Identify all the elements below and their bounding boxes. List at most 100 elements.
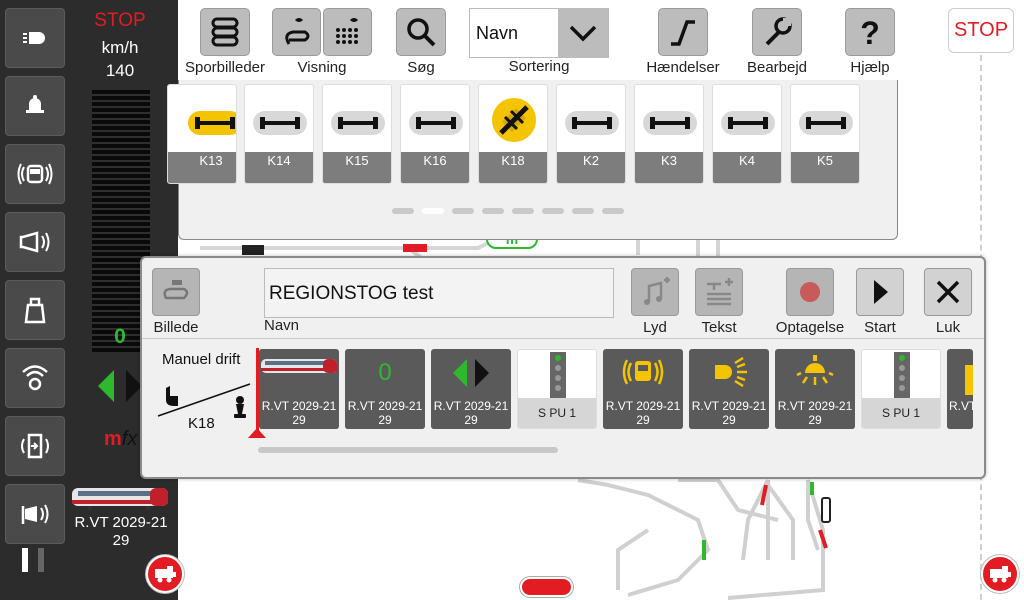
track-card-label: K14 [245,152,313,183]
sound-button[interactable]: Lyd [625,268,685,336]
decoder-type: mfx [104,428,138,450]
page-dot[interactable] [452,208,474,214]
music-add-icon [644,277,670,305]
events-label: Hændelser [646,59,720,76]
sequence-step-speed[interactable]: 0 R.VT 2029-21 29 [345,349,425,429]
track-carousel: K13 K14 K15 K16 K18 K2 K3 K4 K5 [167,80,898,240]
sequence-scrollbar[interactable] [258,447,558,453]
name-input[interactable]: REGIONSTOG test [264,268,614,318]
help-button[interactable]: ? Hjælp [840,8,900,76]
sequence-step-loco[interactable]: R.VT 2029-21 29 [259,349,339,429]
svg-text:?: ? [860,15,880,50]
page-dot[interactable] [512,208,534,214]
track-section-icon [416,117,456,129]
page-dot[interactable] [542,208,564,214]
direction-toggle[interactable] [96,366,144,406]
loco-name: R.VT 2029-21 29 [74,514,168,549]
image-button[interactable]: Billede [146,268,206,336]
door-icon [21,433,49,459]
close-icon [936,280,960,304]
function-button-horn[interactable] [5,212,65,272]
track-red-indicator[interactable] [520,577,573,597]
name-label: Navn [264,317,300,334]
track-section-icon [260,117,300,129]
announcement-icon [21,504,49,524]
track-section-icon [195,117,235,129]
track-card[interactable]: K4 [712,84,782,184]
page-dot[interactable] [482,208,504,214]
sequence-step-label: S PU 1 [518,398,596,428]
stop-button[interactable]: STOP [948,8,1014,53]
event-editor-dialog: Billede REGIONSTOG test Navn Lyd Tekst O… [140,256,986,479]
function-button-bell[interactable] [5,76,65,136]
ceiling-lamp-icon [796,355,834,385]
image-placeholder-icon [163,280,189,300]
page-dot[interactable] [572,208,594,214]
page-dot[interactable] [392,208,414,214]
locomotive-icon [990,566,1011,583]
track-card-selected[interactable]: K18 [478,84,548,184]
track-section-icon [806,117,846,129]
function-button-radio[interactable] [5,348,65,408]
track-card-label: K16 [401,152,469,183]
signal-icon [550,352,566,398]
radio-icon [22,365,48,391]
track-card[interactable]: K14 [244,84,314,184]
track-card[interactable]: K2 [556,84,626,184]
record-button[interactable]: Optagelse [775,268,845,336]
start-button[interactable]: Start [850,268,910,336]
search-icon [407,18,436,47]
loco-list-button[interactable] [146,555,184,593]
track-card[interactable]: K3 [634,84,704,184]
track-card-label: K15 [323,152,391,183]
text-button[interactable]: Tekst [689,268,749,336]
joystick-icon [236,404,244,414]
sequence-step-lamp[interactable]: R.VT 2029-21 29 [775,349,855,429]
track-card[interactable]: K16 [400,84,470,184]
stop-label[interactable]: STOP [90,10,150,32]
max-speed: 140 [105,61,135,80]
function-button-light[interactable] [5,8,65,68]
speed-step-value: 0 [378,359,392,386]
track-layouts-button[interactable]: Sporbilleder [185,8,265,76]
sound-icon [17,163,53,185]
loco-thumbnail [261,359,337,373]
app-root: m STOP km/h 140 0 [0,0,1024,600]
function-button-announcement[interactable] [5,484,65,544]
track-card-label: K13 [168,152,236,183]
top-toolbar: Sporbilleder Visning Søg Navn Sortering … [178,0,898,80]
track-card-label: K5 [791,152,859,183]
edit-label: Bearbejd [746,59,808,76]
view-button[interactable]: Visning [272,8,372,76]
signal-icon [894,352,910,398]
track-card[interactable]: K5 [790,84,860,184]
function-button-bag[interactable] [5,280,65,340]
sequence-step-direction[interactable]: R.VT 2029-21 29 [431,349,511,429]
track-card[interactable]: K15 [322,84,392,184]
sequence-step-signal[interactable]: S PU 1 [861,349,941,429]
function-button-door[interactable] [5,416,65,476]
sequence-step-sound[interactable]: R.VT 2029-21 29 [603,349,683,429]
sequence-step-signal[interactable]: S PU 1 [517,349,597,429]
sequence-step-light[interactable]: R.VT 2029-21 29 [689,349,769,429]
close-button[interactable]: Luk [918,268,978,336]
page-dot-active[interactable] [422,208,444,214]
text-label: Tekst [701,319,737,336]
track-layout-icon [211,17,239,47]
chevron-down-icon [569,25,597,42]
events-icon [671,20,695,46]
sort-label: Sortering [508,58,570,75]
search-button[interactable]: Søg [391,8,451,76]
pipe-indicator-icon [22,548,44,572]
track-card[interactable]: K13 [167,84,237,184]
edit-button[interactable]: Bearbejd [747,8,807,76]
current-speed: 0 [114,325,126,348]
page-dot[interactable] [602,208,624,214]
events-button[interactable]: Hændelser [646,8,720,76]
track-crossing-icon [492,98,536,142]
loco-list-button-right[interactable] [981,555,1019,593]
light-icon [23,32,45,44]
sort-select[interactable]: Navn [469,8,609,58]
sequence-step-partial[interactable]: R.VT [947,349,973,429]
function-button-sound[interactable] [5,144,65,204]
